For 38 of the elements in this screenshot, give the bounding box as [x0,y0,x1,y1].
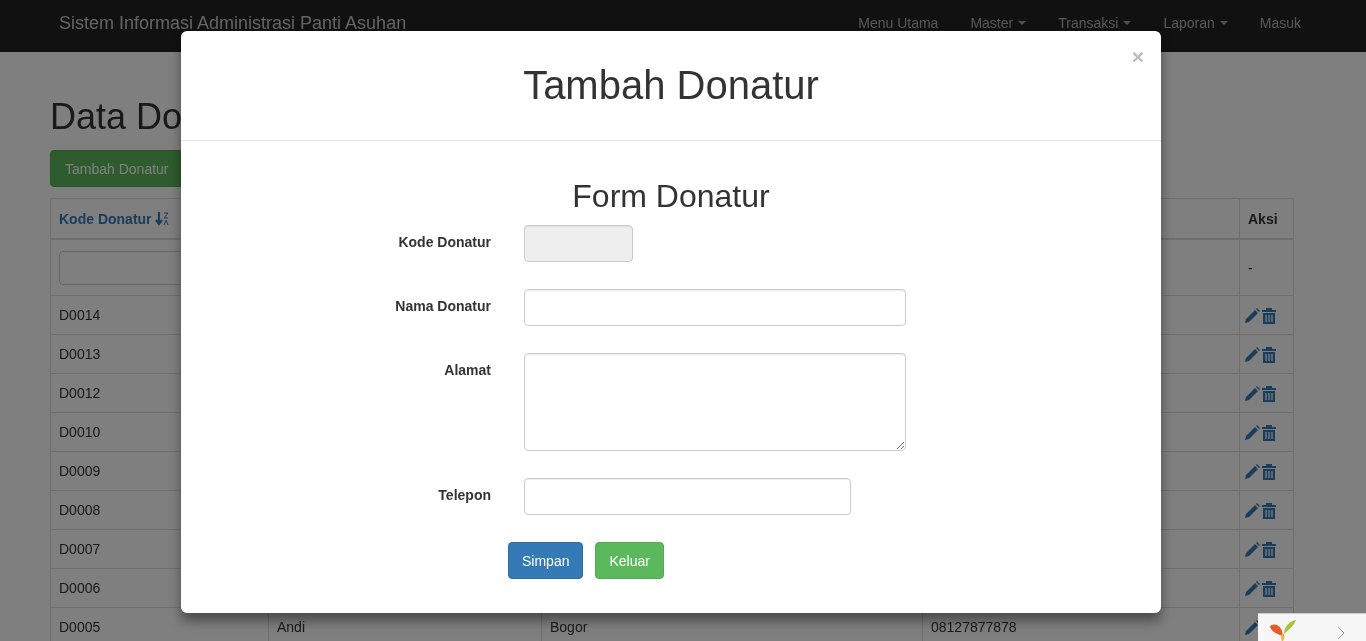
save-button[interactable]: Simpan [508,542,584,579]
add-donor-button[interactable]: Tambah Donatur [50,150,184,187]
column-header: Aksi [1239,198,1294,239]
trash-icon[interactable] [1262,307,1276,324]
field-label: Telepon [437,486,491,503]
field-label: Alamat [443,361,491,378]
brand-link[interactable]: Sistem Informasi Administrasi Panti Asuhan [59,12,407,34]
chevron-right-icon[interactable] [1338,627,1344,639]
input-field[interactable] [524,289,906,326]
modal-title: Tambah Donatur [523,63,819,108]
table-cell: - [1239,239,1294,296]
sort-icon [154,210,169,227]
trash-icon[interactable] [1262,463,1276,480]
input-field[interactable] [524,478,851,515]
field-label: Kode Donatur [397,233,491,250]
address-field[interactable] [524,353,906,451]
nav-link[interactable]: Menu Utama [842,12,955,34]
leaf-logo-icon[interactable] [1268,618,1298,641]
trash-icon[interactable] [1262,424,1276,441]
nav-link[interactable]: Master [954,12,1043,34]
caret-icon [1018,21,1027,25]
caret-icon [1123,21,1132,25]
caret-icon [1219,21,1228,25]
trash-icon[interactable] [1262,541,1276,558]
nav-link[interactable]: Laporan [1147,12,1244,34]
sort-link[interactable]: Kode Donatur [59,210,152,227]
field-label: Nama Donatur [394,297,491,314]
close-button[interactable]: × [1131,45,1144,69]
pencil-icon[interactable] [1244,619,1260,636]
trash-icon[interactable] [1262,580,1276,597]
trash-icon[interactable] [1262,502,1276,519]
trash-icon[interactable] [1262,346,1276,363]
nav-link[interactable]: Masuk [1243,12,1317,34]
trash-icon[interactable] [1262,385,1276,402]
nav-link[interactable]: Transaksi [1042,12,1148,34]
exit-button[interactable]: Keluar [595,542,664,579]
page-title: Data Do [50,96,184,138]
form-title: Form Donatur [571,178,771,215]
